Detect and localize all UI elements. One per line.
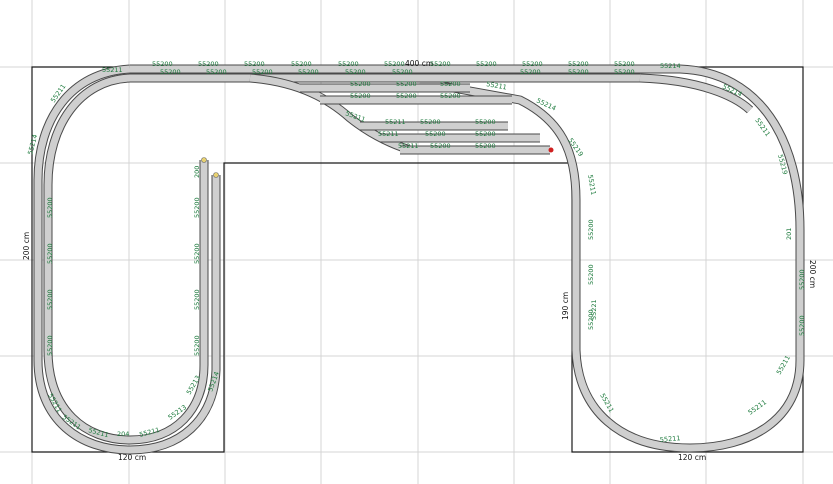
part-label: 55211	[775, 354, 792, 376]
part-label: 55200	[244, 60, 265, 68]
part-label: 55211	[102, 66, 123, 74]
part-label: 55200	[475, 142, 496, 150]
part-label: 55200	[396, 80, 417, 88]
part-label: 55200	[798, 315, 806, 336]
dim-right-height: 200 cm	[808, 260, 817, 288]
part-label: 55211	[586, 174, 597, 196]
buffer-stop-red	[548, 147, 554, 153]
part-label: 55221	[590, 299, 598, 320]
part-label: 55200	[440, 92, 461, 100]
part-label: 55211	[378, 130, 399, 138]
part-label: 55200	[46, 243, 54, 264]
part-label: 55200	[298, 68, 319, 76]
buffer-stop-outer	[213, 172, 219, 178]
part-label: 55200	[46, 335, 54, 356]
part-label: 55200	[614, 60, 635, 68]
part-label: 55211	[659, 434, 680, 444]
dim-right-bottom: 120 cm	[678, 453, 706, 462]
part-label: 55200	[345, 68, 366, 76]
part-label: 55200	[384, 60, 405, 68]
part-label: 55200	[350, 92, 371, 100]
part-label: 55200	[160, 68, 181, 76]
part-label: 55211	[385, 118, 406, 126]
dim-inner-height: 190 cm	[561, 292, 570, 320]
part-label: 55211	[398, 142, 419, 150]
part-label: 55200	[193, 197, 201, 218]
part-label: 204	[117, 430, 129, 438]
part-label: 55200	[338, 60, 359, 68]
part-label: 55200	[193, 289, 201, 310]
turnout-labels: 55211 55211 55211 55211 55211 55221	[344, 80, 598, 320]
part-label: 55200	[198, 60, 219, 68]
part-label: 55200	[425, 130, 446, 138]
curve-labels: 55211 55211 55214 55211 55211 204 55211 …	[26, 62, 792, 444]
part-label: 55200	[46, 289, 54, 310]
dim-top-width: 400 cm	[405, 59, 433, 68]
part-label: 55200	[587, 219, 595, 240]
part-label: 55200	[291, 60, 312, 68]
part-label: 55200	[614, 68, 635, 76]
part-label: 55214	[660, 62, 681, 70]
part-label: 55211	[747, 398, 769, 416]
part-label: 55200	[152, 60, 173, 68]
part-label: 55200	[193, 243, 201, 264]
part-label: 55200	[475, 130, 496, 138]
part-label: 55200	[396, 92, 417, 100]
part-label: 55200	[798, 269, 806, 290]
part-label: 55200	[420, 118, 441, 126]
track-plan-canvas[interactable]: 400 cm 200 cm 200 cm 190 cm 120 cm 120 c…	[0, 0, 833, 484]
part-label: 55200	[587, 264, 595, 285]
part-label: 55200	[568, 68, 589, 76]
part-label: 55200	[392, 68, 413, 76]
part-label: 55200	[350, 80, 371, 88]
buffer-stop-inner	[201, 157, 207, 163]
part-label: 55200	[522, 60, 543, 68]
part-label: 55200	[430, 60, 451, 68]
part-label: 55200	[568, 60, 589, 68]
part-label: 55200	[193, 335, 201, 356]
part-label: 200	[193, 166, 201, 178]
dim-left-height: 200 cm	[22, 232, 31, 260]
part-label: 55200	[440, 80, 461, 88]
part-label: 55200	[520, 68, 541, 76]
part-label: 55200	[430, 142, 451, 150]
dim-left-bottom: 120 cm	[118, 453, 146, 462]
part-label: 55200	[206, 68, 227, 76]
part-label: 201	[785, 228, 793, 240]
part-label: 55200	[252, 68, 273, 76]
part-label: 55200	[476, 60, 497, 68]
part-label: 55200	[475, 118, 496, 126]
part-label: 55200	[46, 197, 54, 218]
